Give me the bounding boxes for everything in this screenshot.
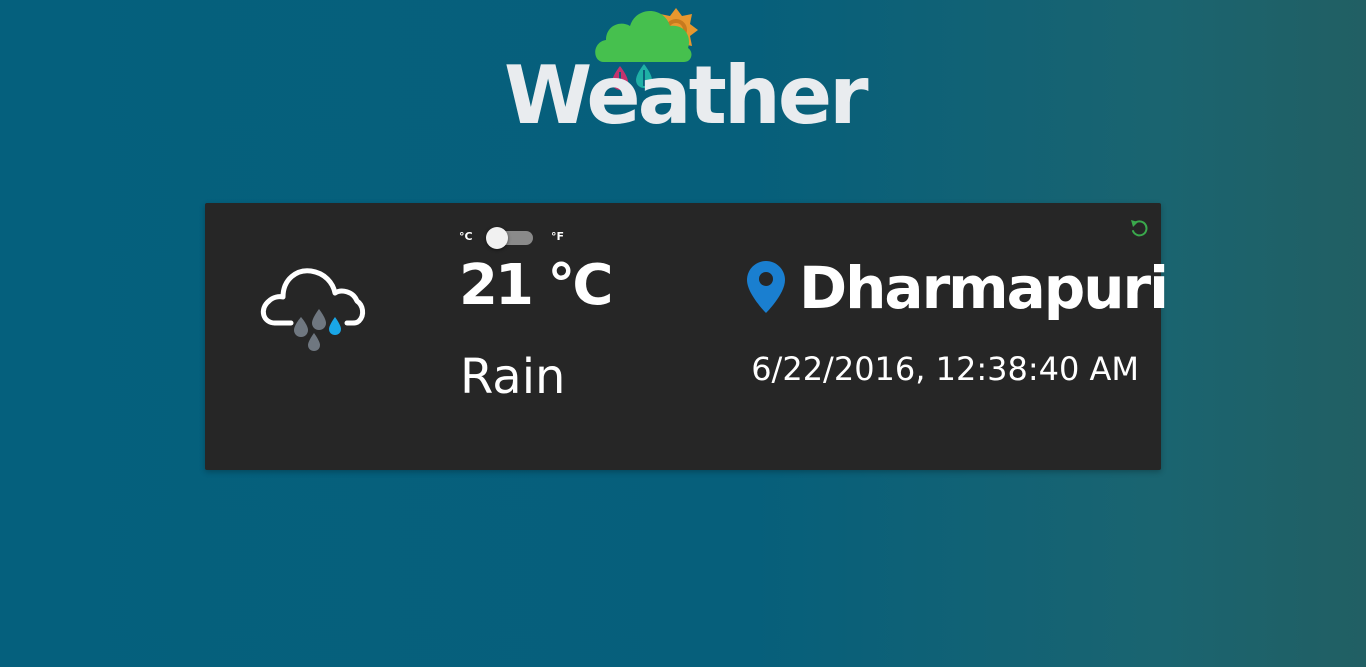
date-time: 6/22/2016, 12:38:40 AM [751,350,1139,388]
map-pin-icon [747,261,785,313]
rain-cloud-icon [260,268,366,351]
temperature-value: 21 °C [459,253,614,318]
weather-condition: Rain [460,349,566,405]
unit-toggle[interactable]: °C °F [459,227,579,249]
weather-card: °C °F 21 °C Rain Dharmapuri 6/22/2016, 1… [205,203,1169,470]
unit-switch-knob[interactable] [486,227,508,249]
app-logo: Weather [500,0,870,150]
refresh-icon[interactable] [1129,218,1149,238]
celsius-label: °C [459,230,473,243]
city-name: Dharmapuri [799,254,1169,322]
app-title: Weather [504,49,869,142]
unit-switch-track[interactable] [486,227,533,249]
fahrenheit-label: °F [551,230,565,243]
